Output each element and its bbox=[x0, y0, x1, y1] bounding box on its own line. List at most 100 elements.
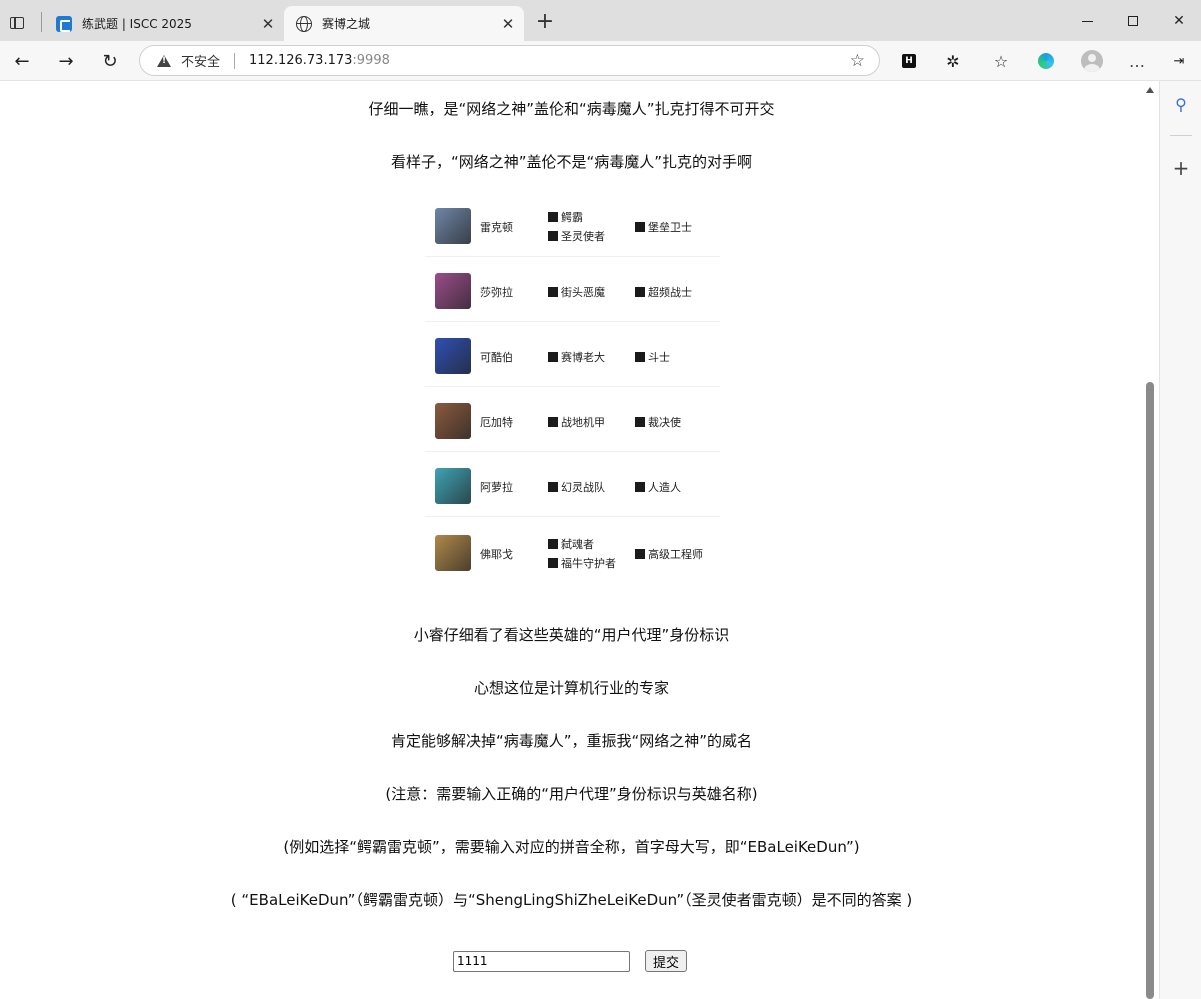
extensions-button[interactable]: ✲ bbox=[941, 49, 965, 73]
edge-sidebar: ⚲ + bbox=[1159, 81, 1201, 999]
scroll-up-icon[interactable] bbox=[1146, 87, 1154, 93]
story-line: (例如选择“鳄霸雷克顿”，需要输入对应的拼音全称，首字母大写，即“EBaLeiK… bbox=[283, 838, 860, 856]
page-viewport: 仔细一瞧，是“网络之神”盖伦和“病毒魔人”扎克打得不可开交 看样子，“网络之神”… bbox=[0, 81, 1159, 999]
avatar bbox=[1081, 50, 1103, 72]
edge-extension-button[interactable] bbox=[1034, 49, 1058, 73]
hero-name: 可酷伯 bbox=[480, 351, 513, 364]
refresh-button[interactable]: ↻ bbox=[96, 48, 124, 74]
hero-portrait bbox=[435, 403, 471, 439]
trait: 街头恶魔 bbox=[548, 284, 605, 300]
scrollbar-thumb[interactable] bbox=[1146, 382, 1154, 999]
address-bar[interactable]: 不安全 112.126.73.173:9998 ☆ bbox=[139, 45, 880, 76]
tab-iscc[interactable]: 练武题 | ISCC 2025 ✕ bbox=[44, 6, 284, 41]
sidebar-toggle-button[interactable]: ⇥ bbox=[1167, 49, 1191, 73]
hero-portrait bbox=[435, 468, 471, 504]
story-line: ( “EBaLeiKeDun”（鳄霸雷克顿）与“ShengLingShiZheL… bbox=[230, 891, 913, 909]
tab-actions-button[interactable] bbox=[6, 12, 28, 34]
extension-h-button[interactable]: H bbox=[897, 49, 921, 73]
hero-row: 阿萝拉 幻灵战队 人造人 bbox=[425, 452, 720, 517]
hero-row: 厄加特 战地机甲 裁决使 bbox=[425, 387, 720, 452]
trait: 弑魂者 bbox=[548, 536, 594, 552]
hero-name: 阿萝拉 bbox=[480, 481, 513, 494]
url-host[interactable]: 112.126.73.173 bbox=[249, 53, 352, 68]
trait-icon bbox=[635, 222, 645, 232]
hero-row: 佛耶戈 弑魂者 福牛守护者 高级工程师 bbox=[425, 517, 720, 589]
trait-icon bbox=[548, 231, 558, 241]
submit-button[interactable]: 提交 bbox=[645, 950, 688, 972]
new-tab-button[interactable]: + bbox=[534, 11, 556, 34]
close-icon[interactable]: ✕ bbox=[256, 12, 280, 36]
story-line: 看样子，“网络之神”盖伦不是“病毒魔人”扎克的对手啊 bbox=[390, 153, 753, 171]
trait-icon bbox=[548, 287, 558, 297]
back-button[interactable]: ← bbox=[8, 48, 36, 74]
hero-portrait bbox=[435, 273, 471, 309]
hero-name: 佛耶戈 bbox=[480, 548, 513, 561]
refresh-icon: ↻ bbox=[102, 50, 118, 72]
hero-name: 莎弥拉 bbox=[480, 286, 513, 299]
globe-icon bbox=[296, 15, 312, 32]
hero-portrait bbox=[435, 535, 471, 571]
window-close-button[interactable]: ✕ bbox=[1156, 8, 1201, 34]
favorites-button[interactable]: ☆ bbox=[989, 49, 1013, 73]
profile-button[interactable] bbox=[1080, 49, 1104, 73]
trait-icon bbox=[635, 549, 645, 559]
trait: 圣灵使者 bbox=[548, 228, 605, 244]
trait-icon bbox=[548, 212, 558, 222]
arrow-left-icon: ← bbox=[14, 50, 30, 72]
trait-icon bbox=[548, 539, 558, 549]
trait-icon bbox=[635, 352, 645, 362]
security-label[interactable]: 不安全 bbox=[181, 51, 220, 70]
hero-table: 雷克顿 鳄霸 圣灵使者 堡垒卫士 莎弥拉 街头恶魔 超频战士 可酷伯 赛博老大 … bbox=[425, 192, 720, 589]
trait-icon bbox=[548, 558, 558, 568]
tab-cyber-city[interactable]: 赛博之城 ✕ bbox=[284, 6, 524, 41]
tab-title: 练武题 | ISCC 2025 bbox=[82, 17, 192, 31]
hero-portrait bbox=[435, 208, 471, 244]
trait-icon bbox=[548, 417, 558, 427]
story-line: (注意：需要输入正确的“用户代理”身份标识与英雄名称) bbox=[385, 785, 758, 803]
search-button[interactable]: ⚲ bbox=[1168, 91, 1194, 117]
tab-actions-icon bbox=[10, 17, 24, 29]
search-icon: ⚲ bbox=[1175, 94, 1187, 114]
sidebar-divider bbox=[1170, 135, 1192, 136]
trait: 高级工程师 bbox=[635, 546, 703, 562]
add-sidebar-app-button[interactable]: + bbox=[1168, 155, 1194, 181]
more-button[interactable]: … bbox=[1125, 49, 1149, 73]
hero-name: 厄加特 bbox=[480, 416, 513, 429]
tab-title: 赛博之城 bbox=[322, 17, 371, 31]
navigation-bar: ← → ↻ 不安全 112.126.73.173:9998 ☆ H ✲ ☆ … … bbox=[0, 41, 1201, 81]
trait-icon bbox=[548, 482, 558, 492]
answer-input[interactable] bbox=[453, 950, 630, 972]
trait: 人造人 bbox=[635, 479, 681, 495]
trait-icon bbox=[635, 482, 645, 492]
maximize-button[interactable] bbox=[1110, 8, 1156, 34]
warning-icon[interactable] bbox=[157, 54, 171, 67]
story-line: 仔细一瞧，是“网络之神”盖伦和“病毒魔人”扎克打得不可开交 bbox=[368, 100, 775, 118]
hero-name: 雷克顿 bbox=[480, 221, 513, 234]
edge-icon bbox=[1038, 53, 1054, 69]
trait: 鳄霸 bbox=[548, 209, 583, 225]
favorite-star-icon[interactable]: ☆ bbox=[850, 51, 865, 71]
h-extension-icon: H bbox=[902, 54, 916, 68]
plus-icon: + bbox=[1172, 156, 1190, 180]
trait-icon bbox=[635, 417, 645, 427]
hero-row: 雷克顿 鳄霸 圣灵使者 堡垒卫士 bbox=[425, 192, 720, 257]
scrollbar[interactable] bbox=[1143, 81, 1157, 999]
trait-icon bbox=[635, 287, 645, 297]
minimize-button[interactable] bbox=[1064, 8, 1110, 34]
close-icon[interactable]: ✕ bbox=[496, 12, 520, 36]
trait: 裁决使 bbox=[635, 414, 681, 430]
url-port[interactable]: :9998 bbox=[352, 53, 389, 68]
trait: 赛博老大 bbox=[548, 349, 605, 365]
puzzle-icon: ✲ bbox=[946, 51, 960, 71]
tab-divider bbox=[41, 12, 42, 32]
trait: 斗士 bbox=[635, 349, 670, 365]
favorites-icon: ☆ bbox=[993, 51, 1009, 71]
forward-button[interactable]: → bbox=[52, 48, 80, 74]
trait: 超频战士 bbox=[635, 284, 692, 300]
trait: 幻灵战队 bbox=[548, 479, 605, 495]
trait: 堡垒卫士 bbox=[635, 219, 692, 235]
exit-icon: ⇥ bbox=[1173, 53, 1185, 69]
arrow-right-icon: → bbox=[58, 50, 74, 72]
address-divider bbox=[234, 52, 236, 69]
iscc-icon bbox=[56, 15, 72, 32]
